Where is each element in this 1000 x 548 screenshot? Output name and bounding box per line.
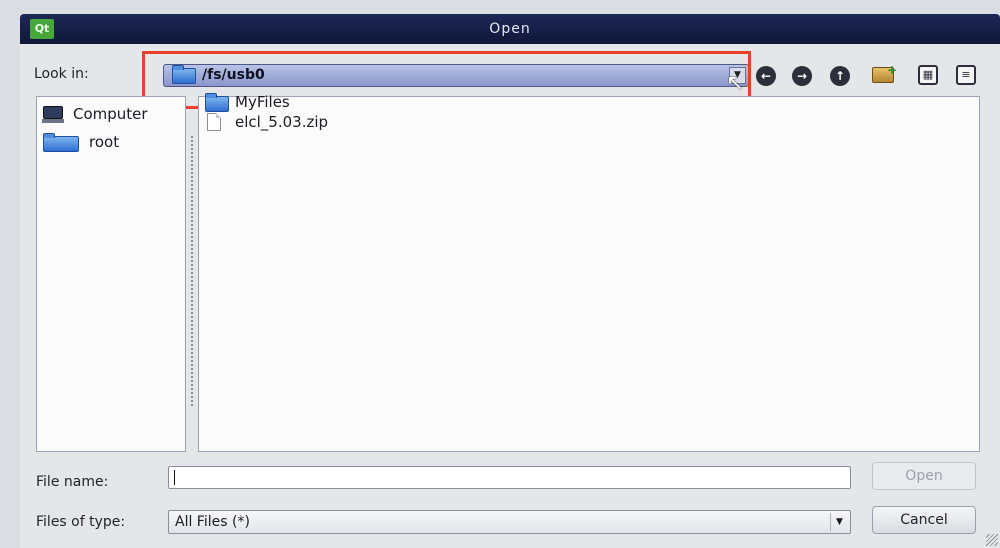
parent-directory-icon[interactable]: ↑ (830, 66, 850, 86)
text-caret (174, 470, 175, 485)
file-name-input[interactable] (168, 466, 851, 489)
file-name: MyFiles (235, 93, 290, 111)
resize-grip-icon[interactable] (986, 534, 998, 546)
folder-icon (172, 65, 196, 84)
folder-icon (43, 133, 79, 152)
back-arrow-icon[interactable]: ← (756, 66, 776, 86)
files-of-type-label: Files of type: (36, 514, 126, 530)
new-folder-icon[interactable]: + (872, 63, 897, 83)
look-in-combobox[interactable]: /fs/usb0 ▼ (163, 64, 749, 87)
computer-icon (42, 106, 64, 123)
file-name: elcl_5.03.zip (235, 113, 329, 131)
files-of-type-value: All Files (*) (175, 514, 250, 530)
sidebar-item-computer[interactable]: Computer (37, 103, 183, 125)
cancel-button[interactable]: Cancel (872, 506, 976, 534)
splitter-handle[interactable] (188, 96, 196, 452)
list-item[interactable]: MyFiles (199, 91, 499, 113)
sidebar-item-label: Computer (73, 105, 148, 123)
file-icon (207, 113, 221, 131)
open-dialog: Look in: /fs/usb0 ▼ ↖ ← → ↑ + ▦ ≡ Comput… (20, 44, 1000, 548)
detail-view-icon[interactable]: ▦ (918, 65, 938, 85)
title-bar: Qt Open (20, 14, 1000, 44)
file-name-label: File name: (36, 474, 109, 490)
sidebar: Computer root (36, 96, 186, 452)
window-title: Open (489, 21, 531, 37)
look-in-label: Look in: (34, 66, 89, 82)
list-item[interactable]: elcl_5.03.zip (199, 111, 499, 133)
list-view-icon[interactable]: ≡ (956, 65, 976, 85)
look-in-path: /fs/usb0 (202, 67, 265, 83)
mouse-cursor-icon: ↖ (726, 71, 745, 96)
chevron-down-icon[interactable]: ▼ (830, 513, 848, 531)
sidebar-item-label: root (89, 133, 120, 151)
folder-icon (205, 93, 229, 112)
forward-arrow-icon[interactable]: → (792, 66, 812, 86)
sidebar-item-root[interactable]: root (37, 131, 183, 153)
open-button[interactable]: Open (872, 462, 976, 490)
file-list: MyFiles elcl_5.03.zip (198, 93, 980, 452)
files-of-type-combobox[interactable]: All Files (*) ▼ (168, 510, 851, 534)
